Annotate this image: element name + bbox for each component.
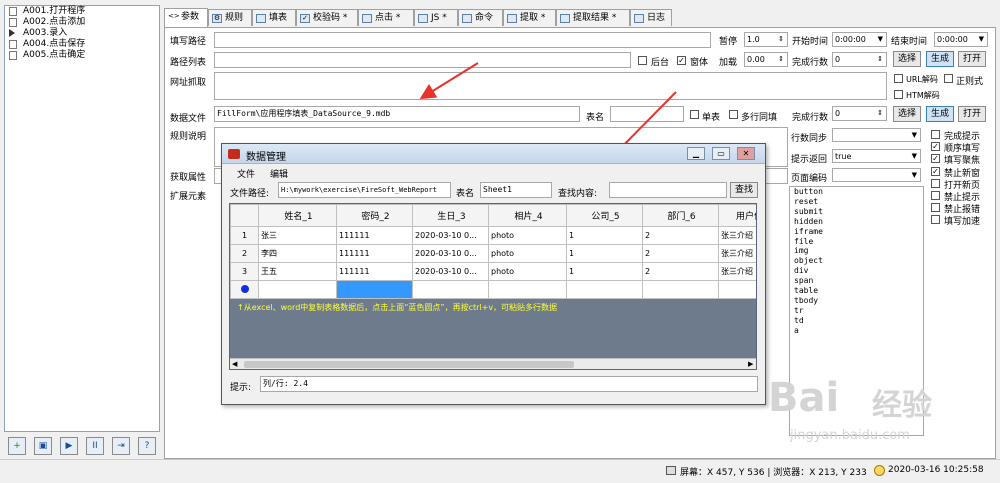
- app-icon: [228, 149, 240, 159]
- grid-cell[interactable]: 2: [642, 262, 719, 281]
- screen-icon: [666, 466, 676, 475]
- grid-cell[interactable]: 1: [566, 226, 643, 245]
- grid-cell[interactable]: 2020-03-10 0...: [412, 244, 489, 263]
- blue-dot-icon[interactable]: [240, 284, 249, 293]
- grid-cell[interactable]: 111111: [336, 226, 413, 245]
- grid-corner: [230, 204, 259, 227]
- watermark-logo: Bai: [768, 375, 840, 421]
- grid-cell[interactable]: [258, 280, 337, 299]
- new-row[interactable]: [230, 280, 756, 299]
- grid-cell[interactable]: 张三: [258, 226, 337, 245]
- scroll-thumb[interactable]: [244, 361, 574, 368]
- table-label: 表名: [456, 189, 475, 199]
- grid-cell[interactable]: 张三介绍: [718, 226, 756, 245]
- search-button[interactable]: 查找: [730, 182, 758, 198]
- grid-column-header[interactable]: 姓名_1: [258, 204, 337, 227]
- grid-cell[interactable]: photo: [488, 244, 567, 263]
- grid-cell[interactable]: 111111: [336, 244, 413, 263]
- grid-cell[interactable]: 张三介绍: [718, 262, 756, 281]
- grid-cell[interactable]: [566, 280, 643, 299]
- watermark-sub: 经验: [872, 388, 932, 423]
- grid-cell[interactable]: 1: [566, 262, 643, 281]
- row-number: 2: [230, 244, 259, 263]
- dialog-title: 数据管理: [246, 152, 286, 163]
- maximize-icon[interactable]: ▭: [712, 147, 730, 160]
- grid-column-header[interactable]: 公司_5: [566, 204, 643, 227]
- table-row[interactable]: 3 王五 111111 2020-03-10 0... photo 1 2 张三介绍: [230, 262, 756, 281]
- datetime-text: 2020-03-16 10:25:58: [888, 465, 984, 475]
- grid-cell[interactable]: [642, 280, 719, 299]
- watermark-url: jingyan.baidu.com: [790, 428, 910, 443]
- grid-cell[interactable]: 1: [566, 244, 643, 263]
- table-row[interactable]: 1 张三 111111 2020-03-10 0... photo 1 2 张三介绍: [230, 226, 756, 245]
- grid-cell[interactable]: 李四: [258, 244, 337, 263]
- grid-cell[interactable]: [488, 280, 567, 299]
- scroll-left-icon[interactable]: ◀: [232, 360, 237, 368]
- grid-cell[interactable]: 2: [642, 226, 719, 245]
- minimize-icon[interactable]: ▁: [687, 147, 705, 160]
- grid-cell[interactable]: 张三介绍: [718, 244, 756, 263]
- grid-column-header[interactable]: 相片_4: [488, 204, 567, 227]
- status-bar: 屏幕：X 457, Y 536 | 浏览器：X 213, Y 233 2020-…: [0, 459, 1000, 483]
- grid-column-header[interactable]: 用户信: [718, 204, 756, 227]
- table-row[interactable]: 2 李四 111111 2020-03-10 0... photo 1 2 张三介绍: [230, 244, 756, 263]
- grid-cell[interactable]: 王五: [258, 262, 337, 281]
- search-label: 查找内容:: [558, 189, 598, 199]
- grid-cell[interactable]: [412, 280, 489, 299]
- grid-header-row: 姓名_1密码_2生日_3相片_4公司_5部门_6用户信: [230, 204, 756, 227]
- grid-cell[interactable]: [718, 280, 756, 299]
- search-input[interactable]: [609, 182, 727, 198]
- grid-column-header[interactable]: 生日_3: [412, 204, 489, 227]
- dialog-titlebar[interactable]: 数据管理 ▁ ▭ ✕: [222, 144, 765, 164]
- row-number: 1: [230, 226, 259, 245]
- menu-edit[interactable]: 编辑: [270, 167, 288, 180]
- grid-cell[interactable]: [336, 280, 413, 299]
- hint-field: 列/行: 2.4: [260, 376, 758, 392]
- grid-cell[interactable]: 2020-03-10 0...: [412, 226, 489, 245]
- file-path-label: 文件路径:: [230, 189, 270, 199]
- close-icon[interactable]: ✕: [737, 147, 755, 160]
- data-grid[interactable]: 姓名_1密码_2生日_3相片_4公司_5部门_6用户信1张三1111112020…: [229, 203, 757, 370]
- row-number: 3: [230, 262, 259, 281]
- grid-cell[interactable]: 2020-03-10 0...: [412, 262, 489, 281]
- coordinates-text: 屏幕：X 457, Y 536 | 浏览器：X 213, Y 233: [680, 468, 867, 478]
- clock-icon: [874, 465, 885, 476]
- hint-label: 提示:: [230, 383, 252, 393]
- grid-column-header[interactable]: 部门_6: [642, 204, 719, 227]
- menu-file[interactable]: 文件: [237, 167, 255, 180]
- paste-hint-note: ↑从excel、word中复制表格数据后，点击上面“蓝色圆点”，再按ctrl+v…: [237, 303, 558, 312]
- grid-cell[interactable]: photo: [488, 262, 567, 281]
- file-path-input[interactable]: H:\mywork\exercise\FireSoft_WebReport: [278, 182, 451, 198]
- arrow-to-data-file: [419, 62, 479, 100]
- scroll-right-icon[interactable]: ▶: [748, 360, 753, 368]
- grid-cell[interactable]: photo: [488, 226, 567, 245]
- grid-table: 姓名_1密码_2生日_3相片_4公司_5部门_6用户信1张三1111112020…: [230, 204, 756, 299]
- grid-column-header[interactable]: 密码_2: [336, 204, 413, 227]
- table-input[interactable]: Sheet1: [480, 182, 552, 198]
- grid-cell[interactable]: 111111: [336, 262, 413, 281]
- grid-cell[interactable]: 2: [642, 244, 719, 263]
- horizontal-scrollbar[interactable]: ◀ ▶: [230, 358, 756, 369]
- new-row-marker[interactable]: [230, 280, 259, 299]
